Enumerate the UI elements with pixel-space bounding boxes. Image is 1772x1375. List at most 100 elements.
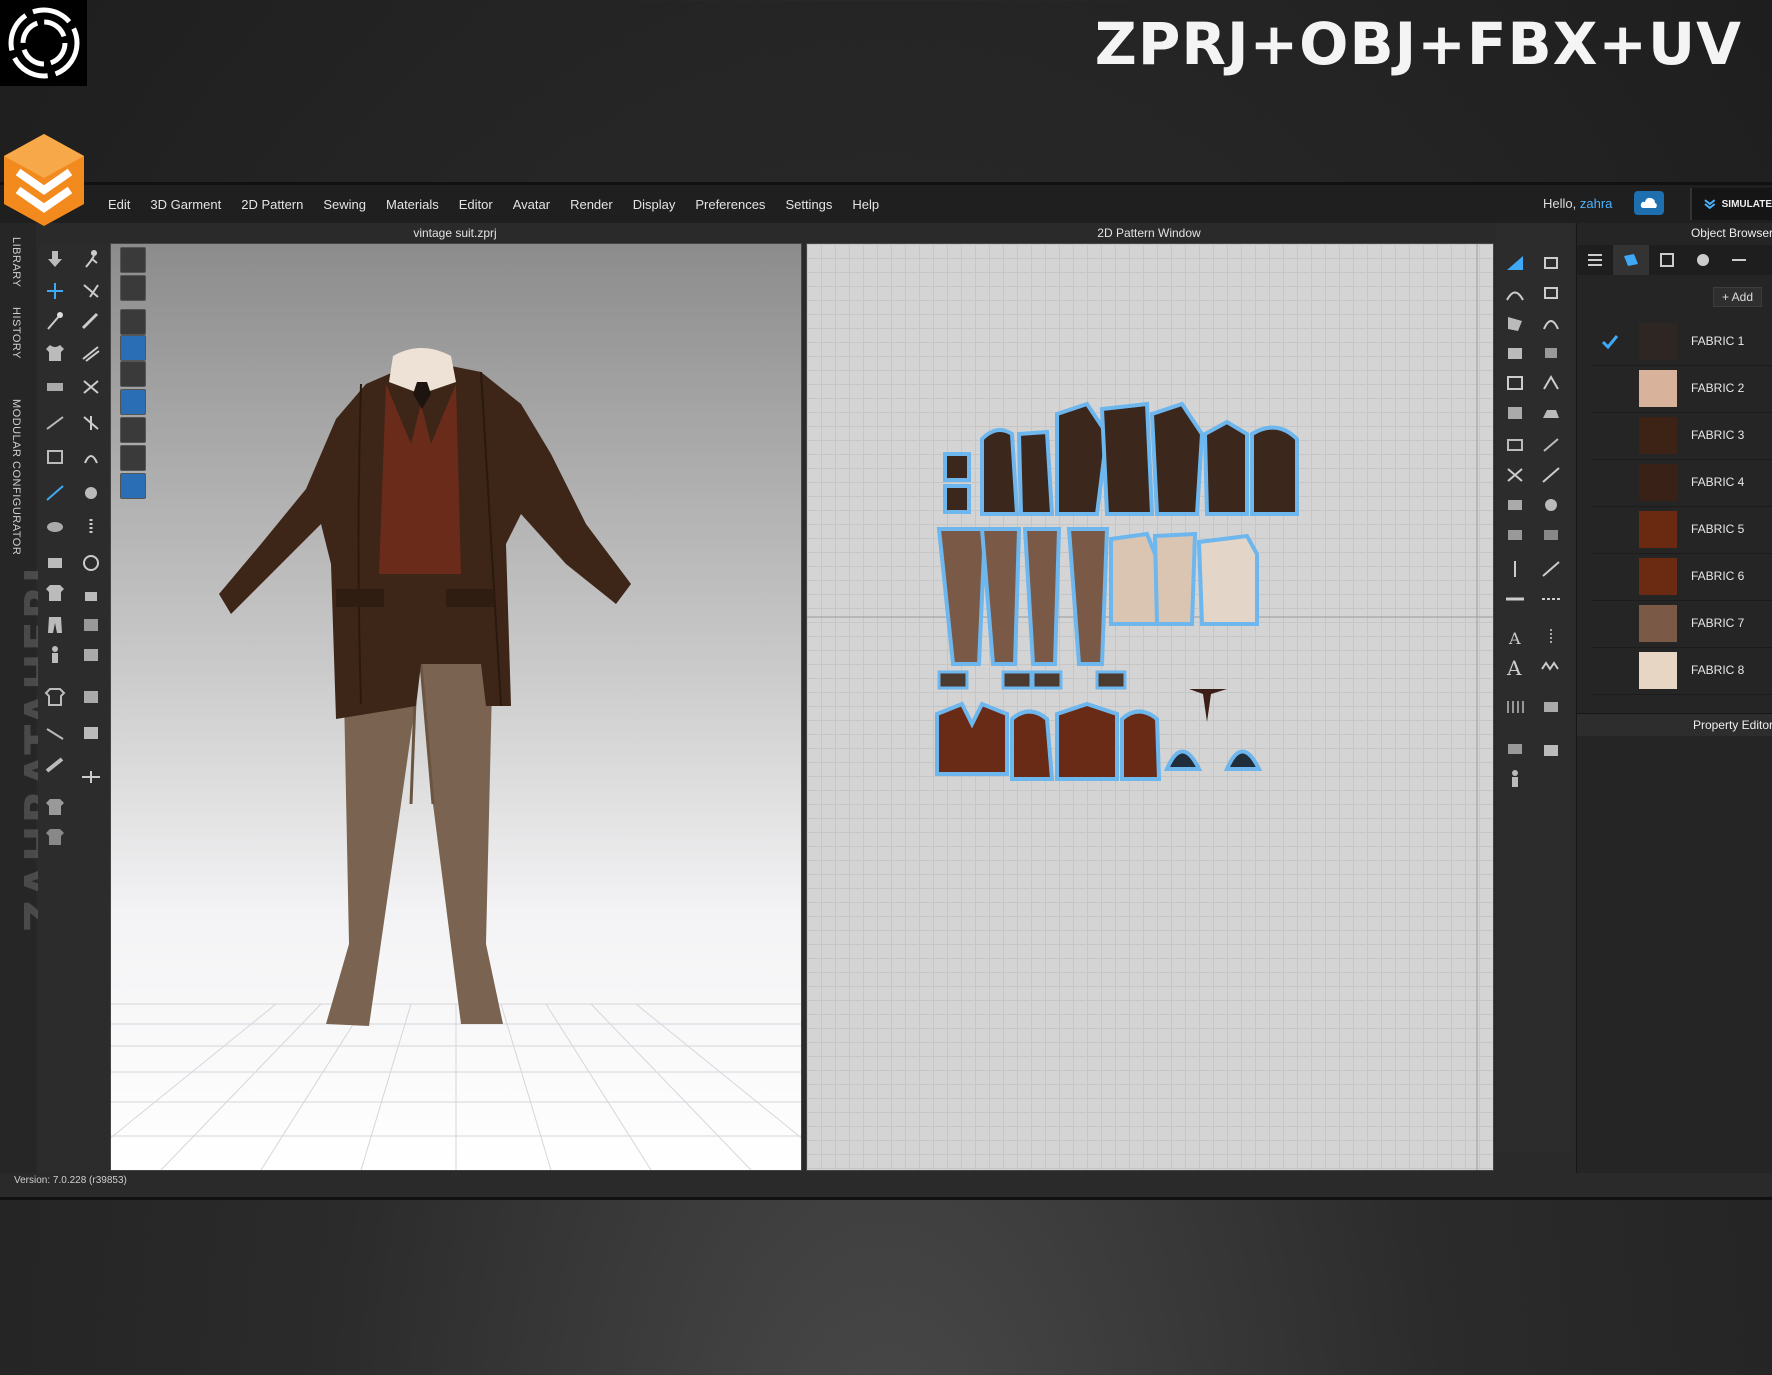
simulate-button[interactable]: SIMULATE [1690, 188, 1772, 220]
tab-modular-configurator[interactable]: MODULAR CONFIGURATOR [10, 399, 22, 555]
brush-tool-icon[interactable] [78, 309, 104, 333]
menu-3d-garment[interactable]: 3D Garment [140, 197, 231, 212]
free-sewing-icon[interactable] [1538, 463, 1564, 487]
shirt-tool-icon[interactable] [42, 581, 68, 605]
username[interactable]: zahra [1580, 196, 1613, 211]
menu-avatar[interactable]: Avatar [503, 197, 560, 212]
drape-tool-icon[interactable] [78, 445, 104, 469]
menu-editor[interactable]: Editor [449, 197, 503, 212]
menu-edit[interactable]: Edit [98, 197, 140, 212]
measure-tool-icon[interactable] [42, 411, 68, 435]
stack-tool-icon[interactable] [78, 685, 104, 709]
menu-settings[interactable]: Settings [775, 197, 842, 212]
dart-icon[interactable] [1538, 371, 1564, 395]
list-item-fabric[interactable]: FABRIC 6 [1591, 554, 1772, 601]
top-garment-tool-icon[interactable] [42, 795, 68, 819]
button-tab-icon[interactable] [1685, 245, 1721, 275]
shading-icon[interactable] [120, 417, 146, 443]
texture-icon[interactable] [120, 335, 146, 361]
3d-garment-viewport[interactable] [110, 243, 802, 1171]
trace-icon[interactable] [1502, 401, 1528, 425]
seam-allowance-icon[interactable] [1502, 433, 1528, 457]
list-item-fabric[interactable]: FABRIC 4 [1591, 460, 1772, 507]
pattern-tab-icon[interactable] [1649, 245, 1685, 275]
head-icon[interactable] [120, 445, 146, 471]
pants-tool-icon[interactable] [42, 613, 68, 637]
property-editor-header[interactable]: Property Editor [1577, 713, 1772, 736]
text-style-icon[interactable]: A [1502, 655, 1528, 679]
avatar-visible-icon[interactable] [120, 361, 146, 387]
cut-tool-icon[interactable] [78, 375, 104, 399]
select-mesh-tool-icon[interactable] [78, 279, 104, 303]
tab-library[interactable]: LIBRARY [10, 237, 22, 287]
measure-2d-icon[interactable] [1538, 557, 1564, 581]
garment-tool-icon[interactable] [42, 341, 68, 365]
fold-arrangement-icon[interactable] [1538, 433, 1564, 457]
iron-icon[interactable] [1538, 401, 1564, 425]
menu-help[interactable]: Help [842, 197, 889, 212]
edit-point-icon[interactable] [1538, 251, 1564, 275]
menu-sewing[interactable]: Sewing [313, 197, 376, 212]
sizes-tool-icon[interactable] [42, 685, 68, 709]
avatar-2d-icon[interactable] [1502, 767, 1528, 791]
menu-2d-pattern[interactable]: 2D Pattern [231, 197, 313, 212]
menu-display[interactable]: Display [623, 197, 686, 212]
list-item-fabric[interactable]: FABRIC 8 [1591, 648, 1772, 695]
fabric-2d-icon[interactable] [1502, 737, 1528, 761]
align-tool-icon[interactable] [78, 765, 104, 789]
polygon-icon[interactable] [1502, 311, 1528, 335]
menu-preferences[interactable]: Preferences [685, 197, 775, 212]
square-tool-icon[interactable] [78, 721, 104, 745]
list-item-fabric[interactable]: FABRIC 7 [1591, 601, 1772, 648]
ruler-tool-icon[interactable] [42, 753, 68, 777]
arrow-down-tool-icon[interactable] [42, 247, 68, 271]
rectangle-icon[interactable] [1502, 341, 1528, 365]
list-view-icon[interactable] [1577, 245, 1613, 275]
transform-pattern-icon[interactable] [1502, 251, 1528, 275]
edit-tool-icon[interactable] [42, 445, 68, 469]
add-point-icon[interactable] [1538, 281, 1564, 305]
text-annotation-icon[interactable]: A [1502, 625, 1528, 649]
tack-icon[interactable] [1538, 493, 1564, 517]
avatar-tool-icon[interactable] [42, 643, 68, 667]
fabric-tool-icon[interactable] [42, 551, 68, 575]
circle-icon[interactable] [1502, 371, 1528, 395]
globe-icon[interactable] [120, 473, 146, 499]
trim-2d-icon[interactable] [1538, 695, 1564, 719]
line-tool-icon[interactable] [42, 481, 68, 505]
fabric-tab-icon[interactable] [1613, 245, 1649, 275]
m-n-sewing-icon[interactable] [1502, 493, 1528, 517]
layer-tool-icon[interactable] [78, 613, 104, 637]
tape-tool-icon[interactable] [42, 375, 68, 399]
bottom-garment-tool-icon[interactable] [42, 825, 68, 849]
zipper-tool-icon[interactable] [78, 515, 104, 539]
topstitch-tab-icon[interactable] [1721, 245, 1757, 275]
button-tool-icon[interactable] [78, 481, 104, 505]
topstitch-icon[interactable] [1502, 523, 1528, 547]
cloud-sync-button[interactable] [1634, 191, 1664, 215]
dashed-line-icon[interactable] [1538, 587, 1564, 611]
show-avatar-icon[interactable] [120, 309, 146, 335]
move-tool-icon[interactable] [42, 279, 68, 303]
show-garment-icon[interactable] [120, 275, 146, 301]
notch-icon[interactable] [1538, 625, 1564, 649]
curve-point-icon[interactable] [1538, 311, 1564, 335]
lock-tool-icon[interactable] [78, 581, 104, 605]
gift-box-icon[interactable] [1538, 737, 1564, 761]
internal-polygon-icon[interactable] [1538, 341, 1564, 365]
trim-tool-icon[interactable] [42, 515, 68, 539]
2d-pattern-viewport[interactable] [806, 243, 1494, 1171]
list-item-fabric[interactable]: FABRIC 2 [1591, 366, 1772, 413]
list-item-fabric[interactable]: FABRIC 3 [1591, 413, 1772, 460]
fabric-render-icon[interactable] [120, 389, 146, 415]
fold-tool-icon[interactable] [78, 341, 104, 365]
transform-tool-icon[interactable] [78, 643, 104, 667]
tab-history[interactable]: HISTORY [10, 307, 22, 359]
menu-materials[interactable]: Materials [376, 197, 449, 212]
gradient-icon[interactable] [1538, 523, 1564, 547]
grading-icon[interactable] [1502, 587, 1528, 611]
ruler-2d-icon[interactable] [1502, 557, 1528, 581]
avatar-pose-tool-icon[interactable] [78, 247, 104, 271]
edit-curvature-icon[interactable] [1502, 281, 1528, 305]
list-item-fabric[interactable]: FABRIC 5 [1591, 507, 1772, 554]
